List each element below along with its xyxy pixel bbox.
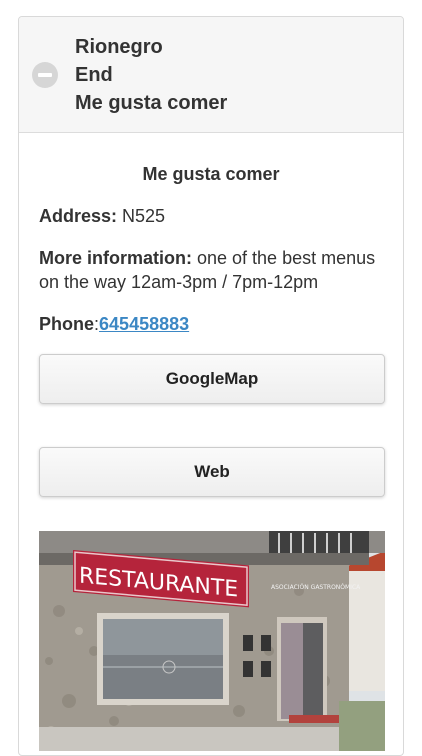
header-line-stage: End <box>75 64 113 86</box>
collapsible-header[interactable]: Rionegro End Me gusta comer <box>19 17 403 133</box>
address-label: Address: <box>39 206 118 226</box>
googlemap-button[interactable]: GoogleMap <box>39 354 385 404</box>
web-button[interactable]: Web <box>39 447 385 497</box>
more-info-label: More information: <box>39 248 192 268</box>
association-plaque-text: ASOCIACIÓN GASTRONÓMICA <box>271 584 361 591</box>
phone-label: Phone <box>39 314 95 334</box>
card-body: Me gusta comer Address: N525 More inform… <box>19 162 403 751</box>
phone-row: Phone:645458883 <box>39 312 383 336</box>
header-line-city: Rionegro <box>75 36 163 58</box>
restaurant-photo: RESTAURANTE ASOCIACIÓN GASTRONÓMICA <box>39 531 385 751</box>
route-point-card: Rionegro End Me gusta comer Me gusta com… <box>18 16 404 756</box>
place-title: Me gusta comer <box>142 164 280 184</box>
collapse-minus-icon[interactable] <box>32 62 58 88</box>
header-line-place: Me gusta comer <box>75 92 228 114</box>
more-info-row: More information: one of the best menus … <box>39 246 383 294</box>
phone-link[interactable]: 645458883 <box>99 314 189 334</box>
address-value: N525 <box>117 206 166 226</box>
address-row: Address: N525 <box>39 204 383 228</box>
header-title: Rionegro End Me gusta comer <box>75 33 227 117</box>
